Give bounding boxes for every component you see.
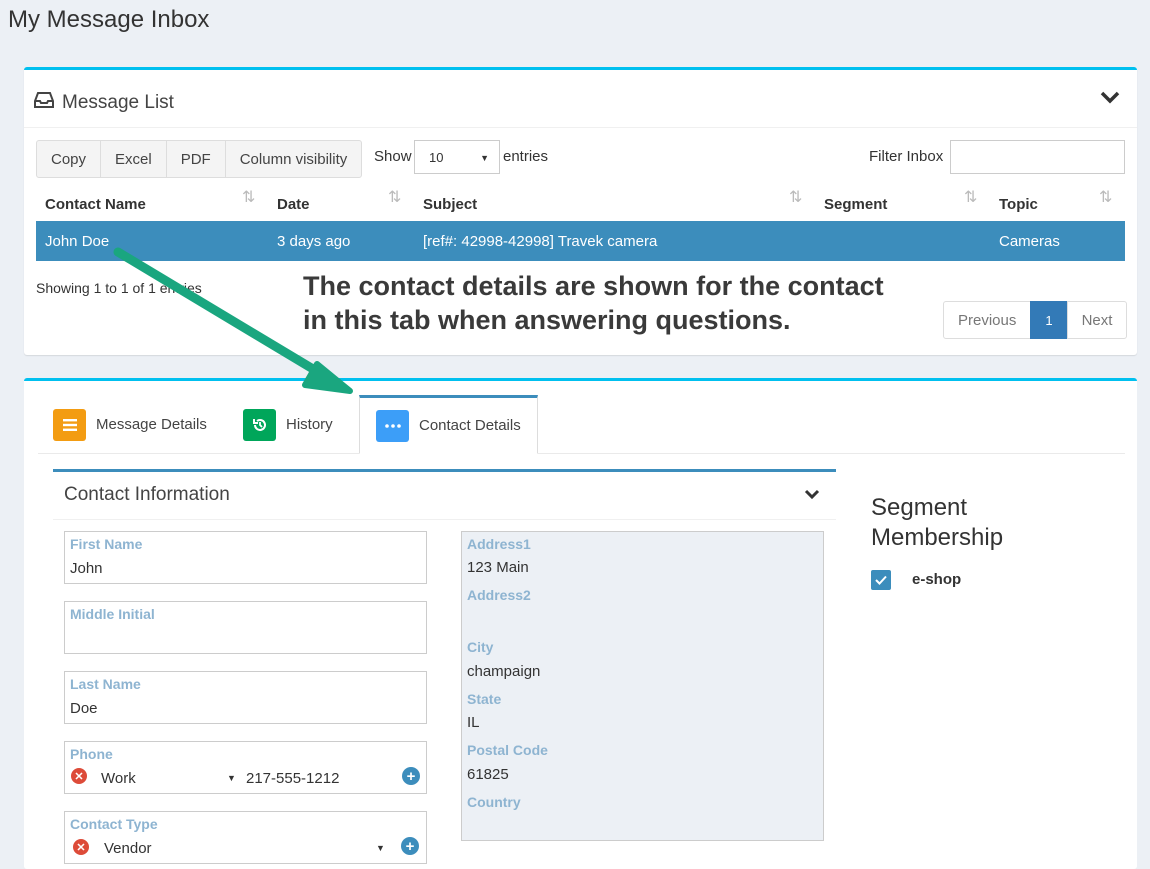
- phone-field: Phone ✕ Work ▼ 217-555-1212 +: [64, 741, 427, 794]
- sort-icon[interactable]: ⇅: [388, 187, 401, 207]
- city-value: champaign: [467, 663, 541, 680]
- postal-code-value: 61825: [467, 766, 509, 783]
- segment-membership-title: Segment Membership: [871, 493, 1003, 553]
- previous-page-button[interactable]: Previous: [943, 301, 1032, 339]
- page-title: My Message Inbox: [8, 6, 210, 33]
- cell-date: 3 days ago: [277, 233, 351, 250]
- address-panel: Address1 123 Main Address2 City champaig…: [461, 531, 824, 841]
- ellipsis-icon: [376, 409, 409, 442]
- field-label: First Name: [70, 536, 143, 552]
- caret-down-icon: ▼: [227, 773, 236, 783]
- caret-down-icon: ▼: [376, 843, 385, 853]
- tab-contact-details[interactable]: Contact Details: [359, 395, 538, 454]
- state-value: IL: [467, 714, 480, 731]
- remove-icon[interactable]: ✕: [71, 768, 87, 784]
- export-button-group: Copy Excel PDF Column visibility: [36, 140, 363, 178]
- chevron-down-icon[interactable]: [802, 484, 822, 504]
- show-label: Show: [374, 148, 412, 165]
- tab-label: Message Details: [96, 416, 207, 433]
- chevron-down-icon[interactable]: [1099, 86, 1121, 108]
- tab-history[interactable]: History: [243, 395, 333, 454]
- column-header-subject[interactable]: Subject: [423, 188, 477, 220]
- segment-title-line: Membership: [871, 524, 1004, 551]
- filter-label: Filter Inbox: [869, 148, 944, 165]
- entries-per-page-value: 10: [429, 149, 444, 165]
- address2-label: Address2: [467, 587, 531, 603]
- middle-initial-field[interactable]: Middle Initial: [64, 601, 427, 654]
- first-name-field[interactable]: First Name John: [64, 531, 427, 584]
- column-header-contact-name[interactable]: Contact Name: [45, 188, 146, 220]
- next-page-button[interactable]: Next: [1066, 301, 1128, 339]
- pdf-button[interactable]: PDF: [165, 140, 226, 178]
- excel-button[interactable]: Excel: [100, 140, 167, 178]
- field-label: Middle Initial: [70, 606, 155, 622]
- contact-type-field: Contact Type ✕ Vendor ▼ +: [64, 811, 427, 864]
- segment-label: e-shop: [912, 571, 962, 588]
- sort-icon[interactable]: ⇅: [964, 187, 977, 207]
- column-header-segment[interactable]: Segment: [824, 188, 887, 220]
- tab-message-details[interactable]: Message Details: [53, 395, 207, 454]
- history-icon: [243, 408, 276, 441]
- annotation-line: The contact details are shown for the co…: [303, 271, 884, 301]
- state-label: State: [467, 691, 502, 707]
- column-visibility-button[interactable]: Column visibility: [224, 140, 363, 178]
- tab-label: History: [286, 416, 333, 433]
- check-icon: [875, 575, 887, 585]
- message-detail-box: Message Details History Contact Details …: [24, 378, 1137, 869]
- inbox-icon: [34, 92, 54, 108]
- field-value: John: [70, 560, 103, 577]
- filter-inbox-input[interactable]: [950, 140, 1125, 174]
- add-icon[interactable]: +: [402, 767, 420, 785]
- city-label: City: [467, 639, 494, 655]
- tab-label: Contact Details: [419, 417, 521, 434]
- message-list-title: Message List: [62, 92, 174, 113]
- column-header-topic[interactable]: Topic: [999, 188, 1038, 220]
- cell-subject: [ref#: 42998-42998] Travek camera: [423, 233, 658, 250]
- contact-information-header: Contact Information: [53, 472, 836, 520]
- field-label: Last Name: [70, 676, 141, 692]
- sort-icon[interactable]: ⇅: [242, 187, 255, 207]
- address1-value: 123 Main: [467, 559, 529, 576]
- add-icon[interactable]: +: [401, 837, 419, 855]
- cell-topic: Cameras: [999, 233, 1060, 250]
- message-list-header: Message List: [24, 70, 1137, 128]
- table-info: Showing 1 to 1 of 1 entries: [36, 280, 202, 296]
- phone-number-input[interactable]: 217-555-1212: [246, 770, 339, 787]
- contact-type-select[interactable]: Vendor: [104, 840, 152, 857]
- sort-icon[interactable]: ⇅: [789, 187, 802, 207]
- caret-down-icon: ▼: [480, 153, 489, 163]
- copy-button[interactable]: Copy: [36, 140, 102, 178]
- field-label: Contact Type: [70, 816, 158, 832]
- contact-information-title: Contact Information: [64, 484, 230, 505]
- field-label: Phone: [70, 746, 113, 762]
- segment-checkbox[interactable]: [871, 570, 891, 590]
- entries-per-page-select[interactable]: 10 ▼: [414, 140, 500, 174]
- country-label: Country: [467, 794, 521, 810]
- column-header-date[interactable]: Date: [277, 188, 310, 220]
- entries-label: entries: [503, 148, 549, 165]
- annotation-callout: The contact details are shown for the co…: [303, 269, 884, 337]
- last-name-field[interactable]: Last Name Doe: [64, 671, 427, 724]
- segment-title-line: Segment: [871, 494, 968, 521]
- field-value: Doe: [70, 700, 98, 717]
- table-row[interactable]: John Doe 3 days ago [ref#: 42998-42998] …: [36, 221, 1125, 261]
- annotation-line: in this tab when answering questions.: [303, 305, 791, 335]
- sort-icon[interactable]: ⇅: [1099, 187, 1112, 207]
- remove-icon[interactable]: ✕: [73, 839, 89, 855]
- postal-code-label: Postal Code: [467, 742, 548, 758]
- pagination: Previous 1 Next: [943, 301, 1128, 339]
- contact-information-box: Contact Information First Name John Midd…: [53, 469, 836, 869]
- phone-type-select[interactable]: Work: [101, 770, 136, 787]
- list-icon: [53, 408, 86, 441]
- address1-label: Address1: [467, 536, 531, 552]
- cell-contact: John Doe: [45, 233, 110, 250]
- page-1-button[interactable]: 1: [1030, 301, 1068, 339]
